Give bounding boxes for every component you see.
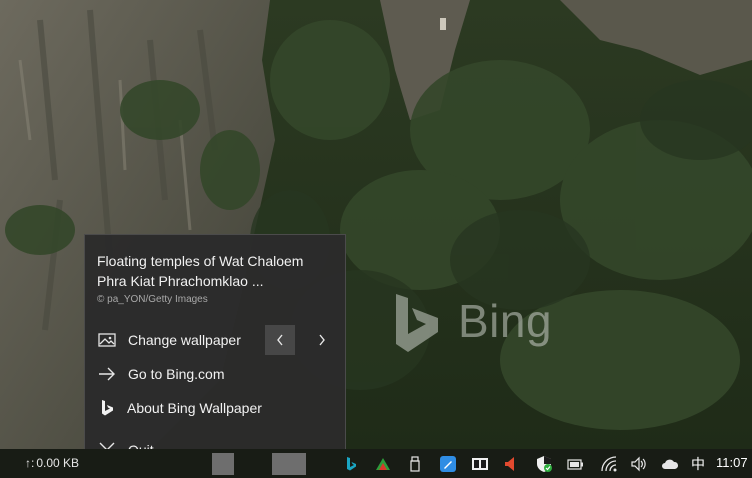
- upload-arrow-icon: ↑:: [25, 456, 35, 470]
- bing-wallpaper-menu: Floating temples of Wat Chaloem Phra Kia…: [84, 234, 346, 468]
- battery-icon[interactable]: [566, 455, 584, 473]
- clock[interactable]: 11:07: [716, 455, 748, 470]
- image-icon: [98, 333, 116, 347]
- wallpaper-title[interactable]: Floating temples of Wat Chaloem Phra Kia…: [97, 251, 333, 291]
- change-wallpaper-label: Change wallpaper: [128, 332, 241, 348]
- security-shield-icon[interactable]: [535, 455, 553, 473]
- taskbar-thumbnail[interactable]: [272, 453, 306, 475]
- wifi-icon[interactable]: [600, 455, 618, 473]
- taskbar-thumbnail[interactable]: [212, 453, 234, 475]
- taskbar: ↑: 0.00 KB 中 11:07: [0, 449, 752, 478]
- change-wallpaper-item[interactable]: Change wallpaper: [85, 325, 345, 355]
- display-tray-icon[interactable]: [471, 455, 489, 473]
- go-to-bing-item[interactable]: Go to Bing.com: [85, 359, 345, 389]
- go-to-bing-label: Go to Bing.com: [128, 366, 225, 382]
- bing-logo-icon: [396, 294, 438, 352]
- chevron-left-icon: [277, 334, 283, 346]
- network-speed-value: 0.00 KB: [36, 456, 80, 470]
- bing-watermark-text: Bing: [458, 295, 553, 347]
- bing-tray-icon[interactable]: [342, 455, 360, 473]
- network-speed: ↑: 0.00 KB: [25, 456, 79, 470]
- speaker-app-icon[interactable]: [502, 455, 520, 473]
- bing-logo-icon: [102, 400, 113, 416]
- chevron-right-icon: [319, 334, 325, 346]
- about-bing-wallpaper-item[interactable]: About Bing Wallpaper: [85, 393, 345, 423]
- previous-wallpaper-button[interactable]: [265, 325, 295, 355]
- volume-icon[interactable]: [630, 455, 648, 473]
- desktop-wallpaper: Bing Floating temples of Wat Chaloem Phr…: [0, 0, 752, 478]
- ime-indicator[interactable]: 中: [691, 454, 705, 474]
- arrow-right-icon: [99, 367, 115, 381]
- app-tray-icon[interactable]: [374, 455, 392, 473]
- bing-watermark: Bing: [392, 292, 572, 356]
- wallpaper-credit: © pa_YON/Getty Images: [97, 294, 208, 305]
- cloud-icon[interactable]: [661, 455, 679, 473]
- edit-app-icon[interactable]: [439, 455, 457, 473]
- next-wallpaper-button[interactable]: [307, 325, 337, 355]
- about-bing-wallpaper-label: About Bing Wallpaper: [127, 400, 262, 416]
- usb-drive-icon[interactable]: [406, 455, 424, 473]
